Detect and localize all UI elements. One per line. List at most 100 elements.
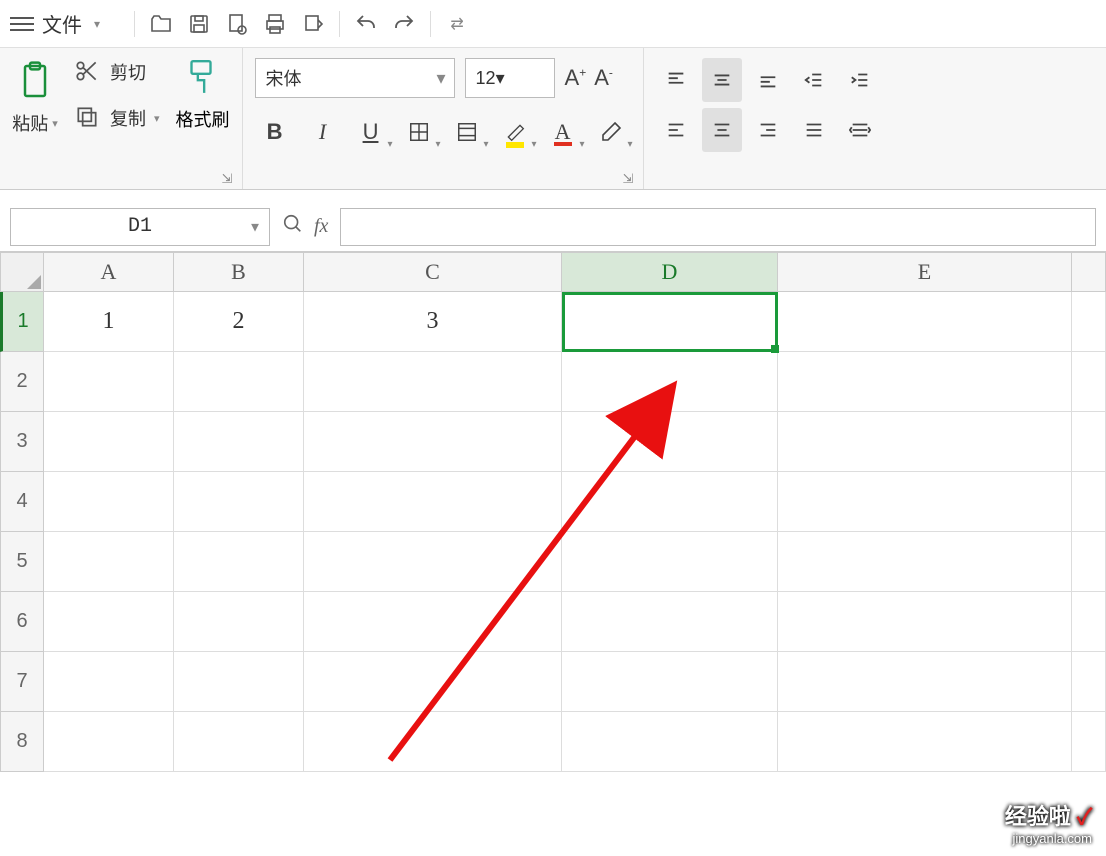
column-header-a[interactable]: A	[44, 252, 174, 292]
increase-indent-icon[interactable]	[840, 58, 880, 102]
cell[interactable]	[174, 712, 304, 772]
cell[interactable]	[562, 412, 778, 472]
bold-button[interactable]: B	[255, 112, 295, 152]
column-header-d[interactable]: D	[562, 252, 778, 292]
cell-a1[interactable]: 1	[44, 292, 174, 352]
format-painter-icon[interactable]	[182, 58, 224, 100]
file-dropdown-icon[interactable]: ▾	[94, 17, 100, 31]
increase-font-icon[interactable]: A+	[565, 65, 587, 91]
cell[interactable]	[778, 712, 1072, 772]
hamburger-menu-icon[interactable]	[10, 12, 34, 36]
fx-icon[interactable]: fx	[314, 215, 328, 238]
cell[interactable]	[174, 472, 304, 532]
cell[interactable]	[44, 412, 174, 472]
cell[interactable]	[1072, 352, 1106, 412]
eraser-button[interactable]: ▾	[591, 112, 631, 152]
font-name-select[interactable]: 宋体 ▾	[255, 58, 455, 98]
cell[interactable]	[778, 652, 1072, 712]
align-top-icon[interactable]	[656, 58, 696, 102]
cell[interactable]	[304, 652, 562, 712]
align-middle-icon[interactable]	[702, 58, 742, 102]
paste-button[interactable]: 粘贴▾	[12, 110, 58, 136]
row-header-1[interactable]: 1	[0, 292, 44, 352]
name-box[interactable]: D1 ▾	[10, 208, 270, 246]
zoom-fx-icon[interactable]	[282, 213, 304, 241]
borders-button[interactable]: ▾	[399, 112, 439, 152]
highlight-color-button[interactable]: ▾	[495, 112, 535, 152]
cell[interactable]	[304, 472, 562, 532]
cell[interactable]	[304, 592, 562, 652]
row-header-3[interactable]: 3	[0, 412, 44, 472]
align-left-icon[interactable]	[656, 108, 696, 152]
underline-button[interactable]: U▾	[351, 112, 391, 152]
font-launcher-icon[interactable]: ⇲	[623, 171, 637, 185]
cut-button[interactable]: 剪切	[74, 58, 160, 86]
align-center-icon[interactable]	[702, 108, 742, 152]
column-header-partial[interactable]	[1072, 252, 1106, 292]
cell[interactable]	[1072, 712, 1106, 772]
cell[interactable]	[174, 412, 304, 472]
cell[interactable]	[1072, 652, 1106, 712]
cell-d1[interactable]	[562, 292, 778, 352]
cell[interactable]	[1072, 472, 1106, 532]
cell[interactable]	[44, 472, 174, 532]
paste-icon[interactable]	[12, 58, 58, 104]
cell[interactable]	[778, 532, 1072, 592]
column-header-e[interactable]: E	[778, 252, 1072, 292]
row-header-6[interactable]: 6	[0, 592, 44, 652]
row-header-2[interactable]: 2	[0, 352, 44, 412]
cell[interactable]	[44, 592, 174, 652]
undo-icon[interactable]	[350, 8, 382, 40]
column-header-c[interactable]: C	[304, 252, 562, 292]
cell[interactable]	[1072, 412, 1106, 472]
redo-icon[interactable]	[388, 8, 420, 40]
cell-f1[interactable]	[1072, 292, 1106, 352]
cell[interactable]	[562, 472, 778, 532]
align-bottom-icon[interactable]	[748, 58, 788, 102]
distribute-icon[interactable]	[840, 108, 880, 152]
print-preview-icon[interactable]	[221, 8, 253, 40]
cell[interactable]	[778, 352, 1072, 412]
open-folder-icon[interactable]	[145, 8, 177, 40]
cell[interactable]	[174, 652, 304, 712]
cell-b1[interactable]: 2	[174, 292, 304, 352]
cell[interactable]	[562, 532, 778, 592]
clipboard-launcher-icon[interactable]: ⇲	[222, 171, 236, 185]
cell[interactable]	[562, 712, 778, 772]
cell[interactable]	[778, 472, 1072, 532]
cell[interactable]	[1072, 532, 1106, 592]
cell-c1[interactable]: 3	[304, 292, 562, 352]
cell[interactable]	[44, 712, 174, 772]
fill-pattern-button[interactable]: ▾	[447, 112, 487, 152]
save-icon[interactable]	[183, 8, 215, 40]
row-header-4[interactable]: 4	[0, 472, 44, 532]
row-header-8[interactable]: 8	[0, 712, 44, 772]
justify-icon[interactable]	[794, 108, 834, 152]
align-right-icon[interactable]	[748, 108, 788, 152]
format-painter-label[interactable]: 格式刷	[176, 106, 230, 132]
cell[interactable]	[778, 592, 1072, 652]
font-color-button[interactable]: A▾	[543, 112, 583, 152]
cell-e1[interactable]	[778, 292, 1072, 352]
decrease-indent-icon[interactable]	[794, 58, 834, 102]
print-direct-icon[interactable]	[297, 8, 329, 40]
select-all-corner[interactable]	[0, 252, 44, 292]
cell[interactable]	[174, 352, 304, 412]
cell[interactable]	[1072, 592, 1106, 652]
cell[interactable]	[304, 412, 562, 472]
cell[interactable]	[778, 412, 1072, 472]
font-size-select[interactable]: 12 ▾	[465, 58, 555, 98]
column-header-b[interactable]: B	[174, 252, 304, 292]
print-icon[interactable]	[259, 8, 291, 40]
row-header-5[interactable]: 5	[0, 532, 44, 592]
formula-input[interactable]	[340, 208, 1096, 246]
toolbar-options-icon[interactable]: ⇄	[441, 8, 473, 40]
cell[interactable]	[562, 592, 778, 652]
italic-button[interactable]: I	[303, 112, 343, 152]
cell[interactable]	[174, 532, 304, 592]
decrease-font-icon[interactable]: A-	[594, 65, 613, 91]
file-menu[interactable]: 文件	[42, 9, 82, 38]
cell[interactable]	[562, 652, 778, 712]
cell[interactable]	[562, 352, 778, 412]
cell[interactable]	[44, 532, 174, 592]
